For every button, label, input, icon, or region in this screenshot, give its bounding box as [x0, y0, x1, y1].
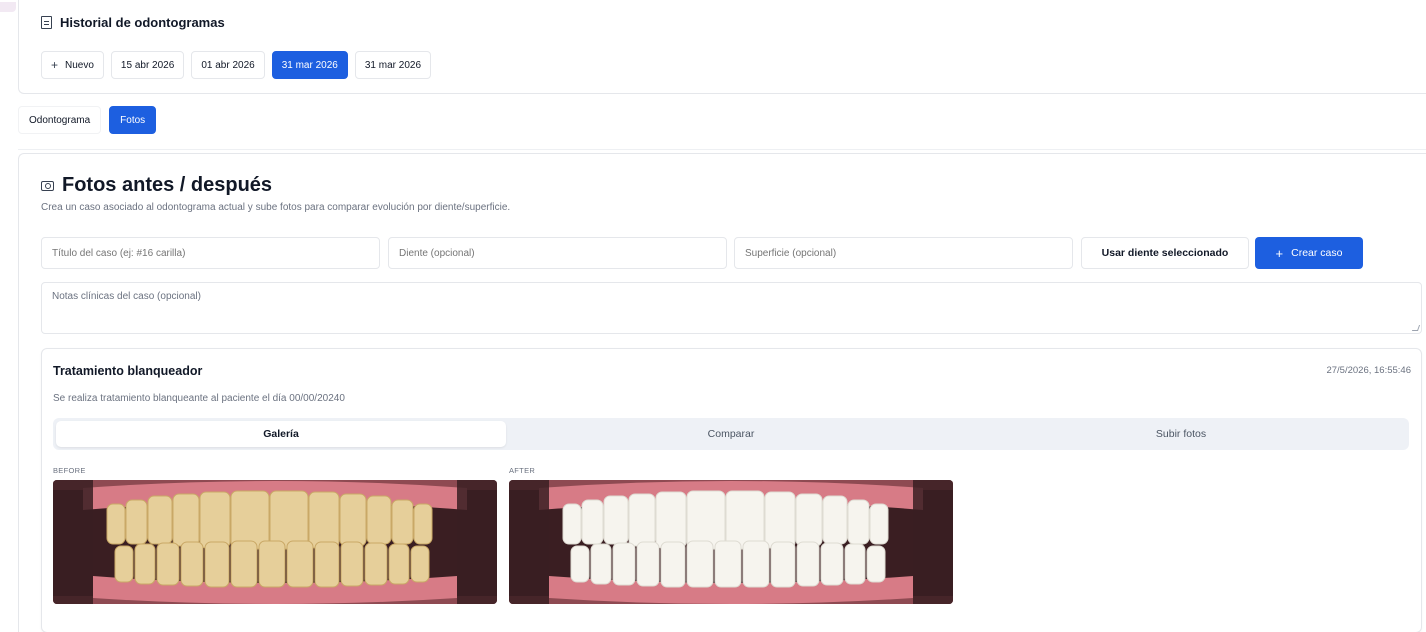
history-date-chip-active[interactable]: 31 mar 2026: [271, 51, 348, 79]
history-chips: + Nuevo 15 abr 2026 01 abr 2026 31 mar 2…: [41, 51, 432, 79]
before-label: BEFORE: [53, 466, 86, 475]
new-odontogram-button[interactable]: + Nuevo: [41, 51, 104, 79]
create-case-label: Crear caso: [1291, 247, 1343, 259]
notes-placeholder: Notas clínicas del caso (opcional): [52, 291, 201, 302]
photos-subtitle: Crea un caso asociado al odontograma act…: [41, 202, 511, 213]
before-teeth-image: [53, 480, 497, 604]
photos-title: Fotos antes / después: [62, 174, 273, 196]
create-case-button[interactable]: + Crear caso: [1255, 237, 1363, 269]
case-card: Tratamiento blanqueador 27/5/2026, 16:55…: [41, 348, 1422, 632]
case-notes-textarea[interactable]: Notas clínicas del caso (opcional): [41, 282, 1422, 334]
after-teeth-image: [509, 480, 953, 604]
rail-marker: [0, 2, 16, 12]
after-label: AFTER: [509, 466, 536, 475]
new-odontogram-label: Nuevo: [65, 59, 94, 71]
tab-fotos[interactable]: Fotos: [109, 106, 157, 134]
camera-icon: [41, 180, 54, 191]
tab-subir-fotos[interactable]: Subir fotos: [956, 421, 1406, 447]
plus-icon: +: [51, 58, 59, 72]
history-date-chip[interactable]: 15 abr 2026: [110, 51, 185, 79]
history-title: Historial de odontogramas: [60, 15, 225, 30]
tab-galeria[interactable]: Galería: [56, 421, 506, 447]
case-title-input[interactable]: [41, 237, 380, 269]
use-selected-tooth-button[interactable]: Usar diente seleccionado: [1081, 237, 1249, 269]
history-header: Historial de odontogramas: [41, 15, 225, 30]
section-divider: [18, 149, 1426, 150]
tab-odontograma[interactable]: Odontograma: [18, 106, 102, 134]
odontogram-history-card: Historial de odontogramas + Nuevo 15 abr…: [18, 0, 1426, 94]
plus-icon: +: [1275, 245, 1284, 261]
after-photo[interactable]: [509, 480, 953, 604]
view-tabs: Odontograma Fotos: [18, 106, 157, 134]
history-date-chip[interactable]: 01 abr 2026: [191, 51, 265, 79]
photos-panel: Fotos antes / después Crea un caso asoci…: [18, 153, 1426, 632]
case-description: Se realiza tratamiento blanqueante al pa…: [53, 393, 345, 404]
before-photo[interactable]: [53, 480, 497, 604]
case-title: Tratamiento blanqueador: [53, 364, 203, 378]
case-view-tabs: Galería Comparar Subir fotos: [53, 418, 1409, 450]
document-icon: [41, 16, 52, 29]
history-date-chip[interactable]: 31 mar 2026: [354, 51, 432, 79]
photos-header: Fotos antes / después: [41, 174, 272, 197]
tab-comparar[interactable]: Comparar: [506, 421, 956, 447]
tooth-input[interactable]: [388, 237, 727, 269]
resize-grip-icon[interactable]: [1411, 325, 1421, 331]
case-timestamp: 27/5/2026, 16:55:46: [1326, 365, 1411, 376]
surface-input[interactable]: [734, 237, 1073, 269]
left-rail: [0, 0, 18, 632]
